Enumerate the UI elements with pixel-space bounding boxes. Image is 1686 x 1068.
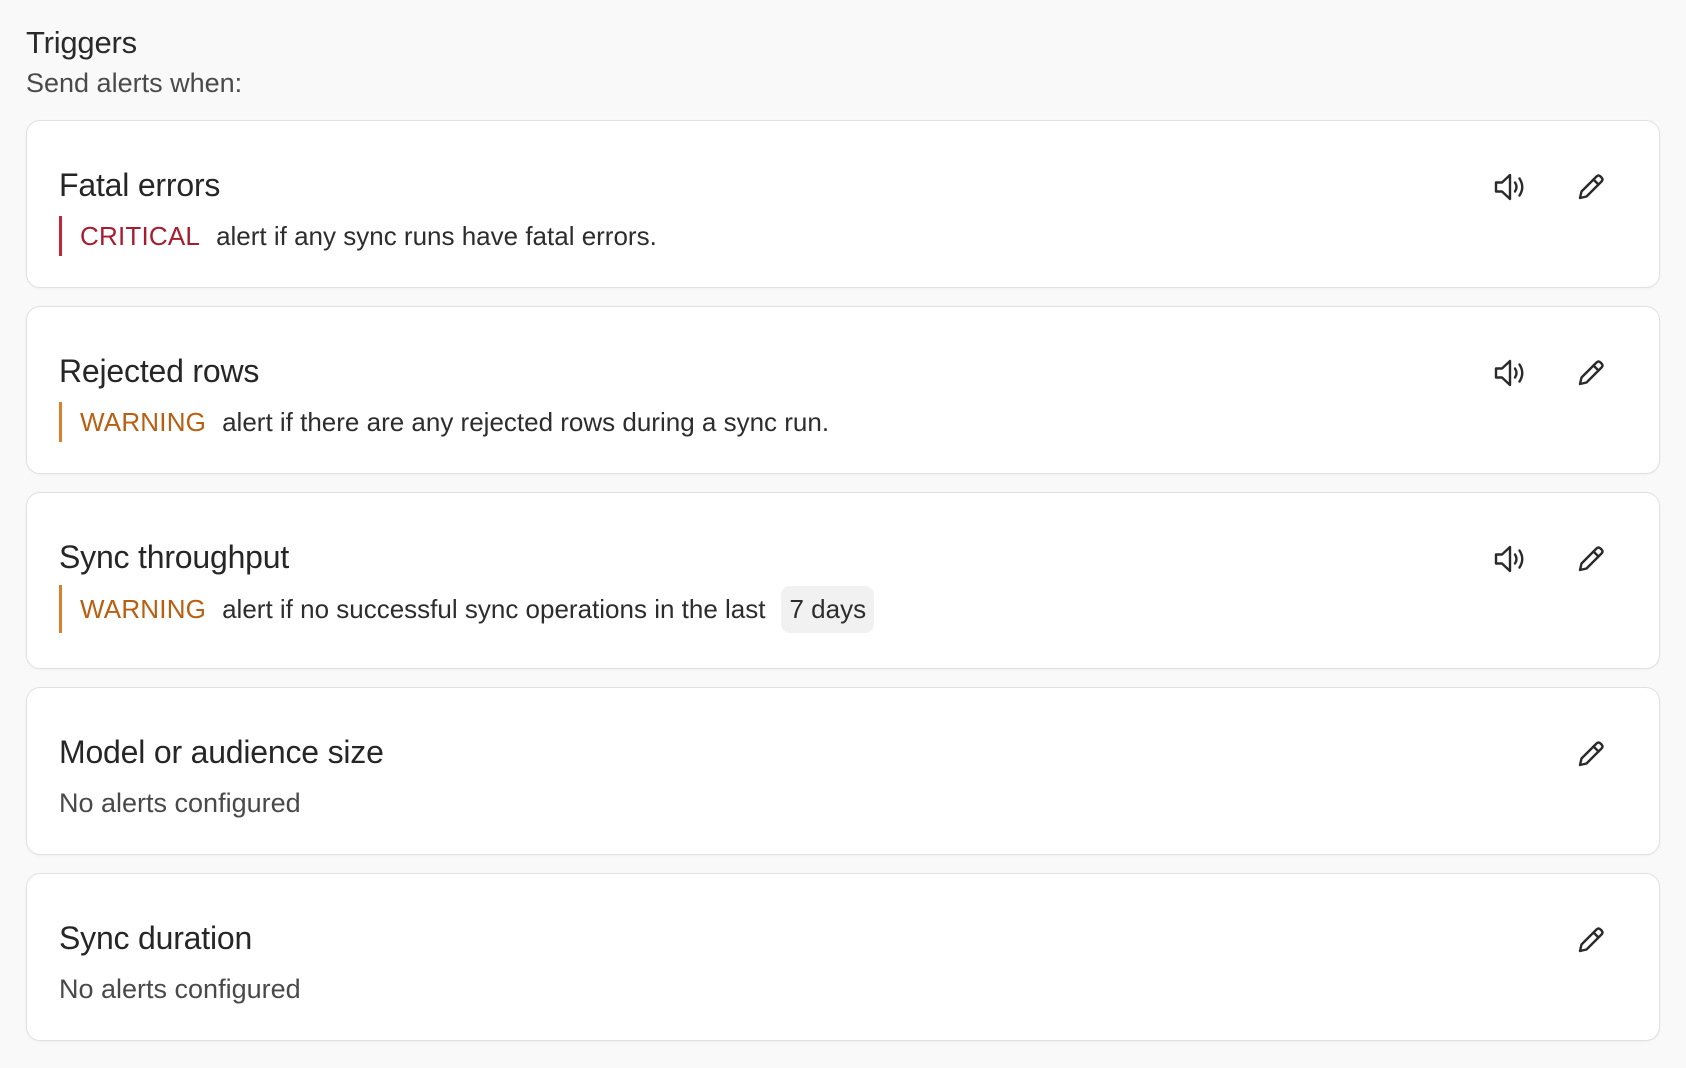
card-title: Model or audience size	[59, 734, 384, 770]
trigger-rule: CRITICAL alert if any sync runs have fat…	[59, 216, 1627, 256]
triggers-section: Triggers Send alerts when: Fatal errors …	[26, 0, 1660, 1059]
no-alerts-text: No alerts configured	[59, 788, 301, 818]
edit-pencil-icon[interactable]	[1571, 920, 1611, 960]
trigger-card-fatal-errors: Fatal errors CRITICAL alert if any sync …	[26, 120, 1660, 288]
card-actions	[1491, 539, 1611, 579]
trigger-card-model-audience-size: Model or audience size No alerts configu…	[26, 687, 1660, 855]
no-alerts-text: No alerts configured	[59, 974, 301, 1004]
card-title: Sync duration	[59, 920, 253, 956]
severity-label-critical: CRITICAL	[59, 216, 200, 256]
card-actions	[1571, 734, 1611, 774]
edit-pencil-icon[interactable]	[1571, 167, 1611, 207]
edit-pencil-icon[interactable]	[1571, 539, 1611, 579]
trigger-rule: WARNING alert if there are any rejected …	[59, 402, 1627, 442]
duration-pill: 7 days	[781, 585, 875, 633]
trigger-card-list: Fatal errors CRITICAL alert if any sync …	[26, 120, 1660, 1041]
severity-label-warning: WARNING	[59, 585, 206, 633]
edit-pencil-icon[interactable]	[1571, 353, 1611, 393]
trigger-description: alert if no successful sync operations i…	[222, 593, 766, 624]
trigger-card-sync-duration: Sync duration No alerts configured	[26, 873, 1660, 1041]
volume-icon[interactable]	[1491, 539, 1531, 579]
trigger-rule: WARNING alert if no successful sync oper…	[59, 585, 1627, 633]
card-title: Sync throughput	[59, 539, 290, 575]
volume-icon[interactable]	[1491, 167, 1531, 207]
card-actions	[1571, 920, 1611, 960]
card-title: Fatal errors	[59, 167, 221, 203]
volume-icon[interactable]	[1491, 353, 1531, 393]
card-title: Rejected rows	[59, 353, 260, 389]
severity-label-warning: WARNING	[59, 402, 206, 442]
edit-pencil-icon[interactable]	[1571, 734, 1611, 774]
trigger-card-rejected-rows: Rejected rows WARNING alert if there are…	[26, 306, 1660, 474]
card-actions	[1491, 353, 1611, 393]
section-title: Triggers	[26, 25, 137, 60]
trigger-description: alert if any sync runs have fatal errors…	[216, 220, 657, 251]
card-actions	[1491, 167, 1611, 207]
section-subtitle: Send alerts when:	[26, 68, 243, 98]
trigger-card-sync-throughput: Sync throughput WARNING alert if no succ…	[26, 492, 1660, 669]
trigger-description: alert if there are any rejected rows dur…	[222, 406, 830, 437]
